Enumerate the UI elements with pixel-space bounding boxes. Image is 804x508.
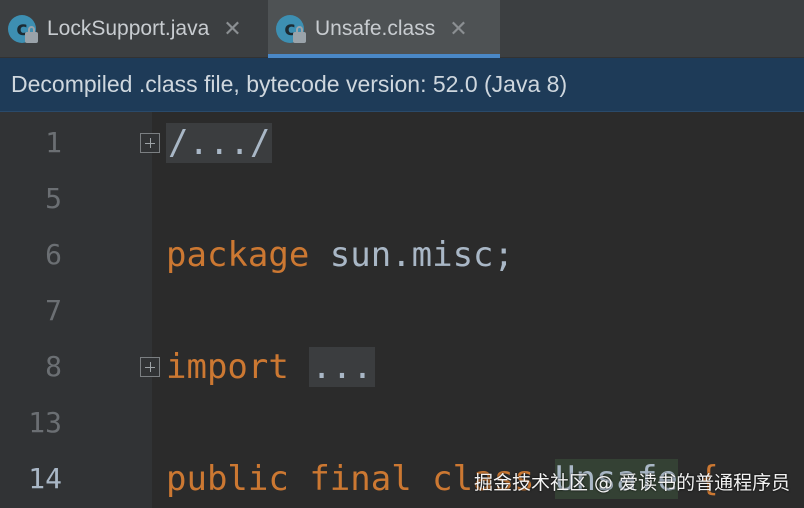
code-editor[interactable]: 1 5 6 7 8 13 14 /.../ package sun.misc; … bbox=[0, 112, 804, 508]
keyword: public bbox=[166, 459, 289, 499]
line-number-gutter: 1 5 6 7 8 13 14 bbox=[0, 112, 152, 508]
keyword: import bbox=[166, 347, 289, 387]
keyword: final bbox=[309, 459, 412, 499]
line-number: 8 bbox=[45, 350, 62, 383]
line-number: 5 bbox=[45, 182, 62, 215]
close-icon[interactable]: ✕ bbox=[223, 17, 241, 42]
code-line-8: import ... bbox=[166, 339, 375, 395]
fold-expand-icon[interactable] bbox=[140, 133, 160, 153]
editor-tab-bar: c LockSupport.java ✕ c Unsafe.class ✕ bbox=[0, 0, 804, 58]
code-line-1: /.../ bbox=[166, 115, 273, 171]
close-icon[interactable]: ✕ bbox=[449, 17, 467, 42]
banner-text: Decompiled .class file, bytecode version… bbox=[11, 71, 568, 97]
tab-label: Unsafe.class bbox=[315, 17, 436, 40]
fold-expand-icon[interactable] bbox=[140, 357, 160, 377]
decompiled-info-banner: Decompiled .class file, bytecode version… bbox=[0, 58, 804, 112]
tab-locksupport-java[interactable]: c LockSupport.java ✕ bbox=[0, 0, 268, 58]
line-number: 13 bbox=[28, 406, 62, 439]
line-number: 7 bbox=[45, 294, 62, 327]
package-name: sun.misc; bbox=[309, 235, 514, 275]
code-line-6: package sun.misc; bbox=[166, 227, 514, 283]
folded-imports[interactable]: ... bbox=[309, 347, 375, 387]
keyword: package bbox=[166, 235, 310, 275]
watermark: 掘金技术社区 @ 爱读书的普通程序员 bbox=[474, 472, 791, 494]
line-number: 1 bbox=[45, 126, 62, 159]
java-class-locked-icon: c bbox=[276, 14, 306, 44]
folded-comment[interactable]: /.../ bbox=[166, 123, 273, 163]
tab-label: LockSupport.java bbox=[47, 17, 210, 40]
java-class-locked-icon: c bbox=[8, 14, 38, 44]
line-number: 6 bbox=[45, 238, 62, 271]
tab-unsafe-class[interactable]: c Unsafe.class ✕ bbox=[268, 0, 500, 58]
line-number-current: 14 bbox=[28, 462, 62, 495]
